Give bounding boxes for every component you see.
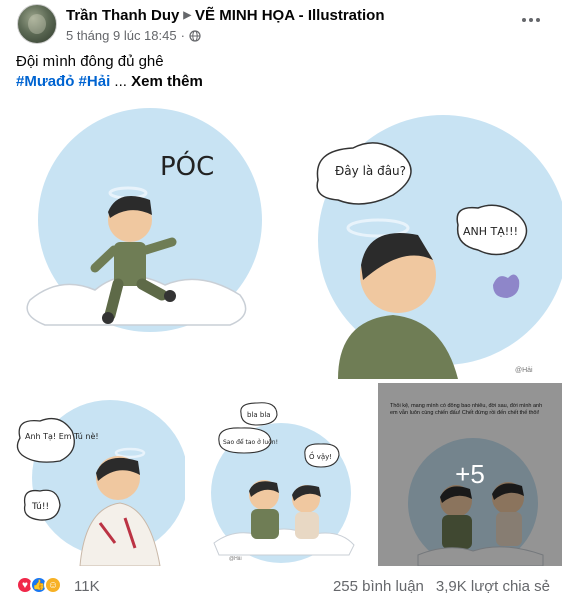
- post-header: Trần Thanh Duy ▶ VẼ MINH HỌA - Illustratio…: [0, 0, 562, 48]
- more-photos-overlay[interactable]: +5: [378, 383, 562, 566]
- meta-dot: ·: [180, 28, 185, 43]
- page-name[interactable]: VẼ MINH HỌA - Illustration: [195, 7, 384, 24]
- ellipsis: ...: [114, 73, 127, 90]
- bubble-text: Đây là đâu?: [335, 164, 406, 178]
- photo-tile-3[interactable]: Anh Tạ! Em Tú nè! Tú!!: [0, 383, 185, 566]
- photo-tile-5[interactable]: Thôi kệ, mang mình có đông bao nhiêu, đờ…: [378, 383, 562, 566]
- post-text: Đội mình đông đủ ghê: [16, 53, 164, 70]
- comic-panel-4: bla bla Sao để tao ở luôn! Ồ vậy! @Hải: [189, 383, 374, 566]
- bubble-text-1: bla bla: [247, 411, 271, 419]
- photo-tile-4[interactable]: bla bla Sao để tao ở luôn! Ồ vậy! @Hải: [189, 383, 374, 566]
- comment-count[interactable]: 255 bình luận: [333, 578, 424, 595]
- caret-right-icon: ▶: [183, 10, 192, 21]
- comic-panel-3: Anh Tạ! Em Tú nè! Tú!!: [0, 383, 185, 566]
- reactions-bar: ♥ 👍 ☺ 11K 255 bình luận 3,9K lượt chia sẻ: [0, 568, 562, 600]
- sfx-text: PÓC: [160, 150, 214, 182]
- bubble-text-2: Tú!!: [31, 502, 49, 512]
- author-name[interactable]: Trần Thanh Duy: [66, 7, 179, 24]
- comic-panel-2: Đây là đâu? ANH TẠ!!! @Hải: [283, 100, 562, 379]
- post-meta: 5 tháng 9 lúc 18:45 ·: [66, 28, 201, 43]
- author-avatar[interactable]: [17, 4, 57, 44]
- comic-panel-1: PÓC: [0, 100, 279, 379]
- author-line: Trần Thanh Duy ▶ VẼ MINH HỌA - Illustratio…: [66, 7, 385, 24]
- post-timestamp[interactable]: 5 tháng 9 lúc 18:45: [66, 28, 177, 43]
- hashtag-line: #Mưađỏ #Hải ... Xem thêm: [16, 72, 203, 92]
- care-icon: ☺: [44, 576, 62, 594]
- hashtag-muado[interactable]: #Mưađỏ: [16, 73, 74, 90]
- see-more-link[interactable]: Xem thêm: [131, 73, 203, 90]
- share-count[interactable]: 3,9K lượt chia sẻ: [436, 578, 550, 595]
- post-stats: 255 bình luận 3,9K lượt chia sẻ: [333, 578, 550, 595]
- bubble-text-2: Sao để tao ở luôn!: [223, 439, 278, 446]
- shout-text: ANH TẠ!!!: [463, 225, 518, 238]
- photo-tile-2[interactable]: Đây là đâu? ANH TẠ!!! @Hải: [283, 100, 562, 379]
- more-photos-count: +5: [455, 459, 485, 489]
- reaction-count[interactable]: 11K: [74, 578, 100, 595]
- more-options-icon[interactable]: [522, 14, 546, 26]
- hashtag-hai[interactable]: #Hải: [79, 73, 111, 90]
- globe-icon: [189, 29, 201, 42]
- bubble-text-1: Anh Tạ! Em Tú nè!: [25, 431, 99, 442]
- photo-gallery: PÓC Đây là đâu? ANH TẠ!!! @Hải Anh Tạ! E…: [0, 100, 562, 566]
- photo-tile-1[interactable]: PÓC: [0, 100, 279, 379]
- bubble-text-3: Ồ vậy!: [309, 451, 332, 461]
- reaction-icons[interactable]: ♥ 👍 ☺: [16, 576, 62, 594]
- watermark-2: @Hải: [515, 367, 533, 374]
- watermark-4: @Hải: [229, 556, 242, 562]
